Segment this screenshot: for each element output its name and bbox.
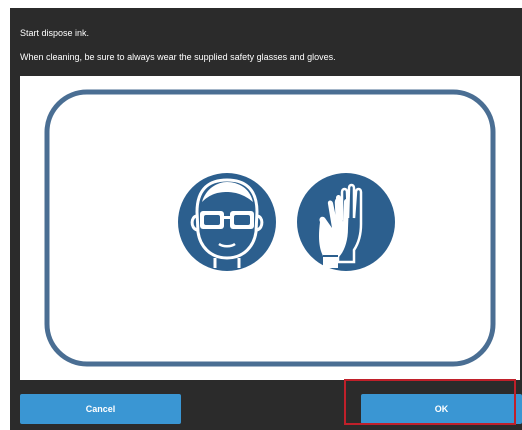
message-line-2: When cleaning, be sure to always wear th… [20,52,336,62]
safety-glasses-icon [178,173,276,271]
gloves-icon [297,173,395,271]
message-line-1: Start dispose ink. [20,28,90,38]
safety-illustration-panel [20,76,520,380]
cancel-button[interactable]: Cancel [20,394,181,424]
dispose-ink-dialog: Start dispose ink. When cleaning, be sur… [10,8,522,430]
safety-illustration [44,89,496,367]
ok-button[interactable]: OK [361,394,522,424]
